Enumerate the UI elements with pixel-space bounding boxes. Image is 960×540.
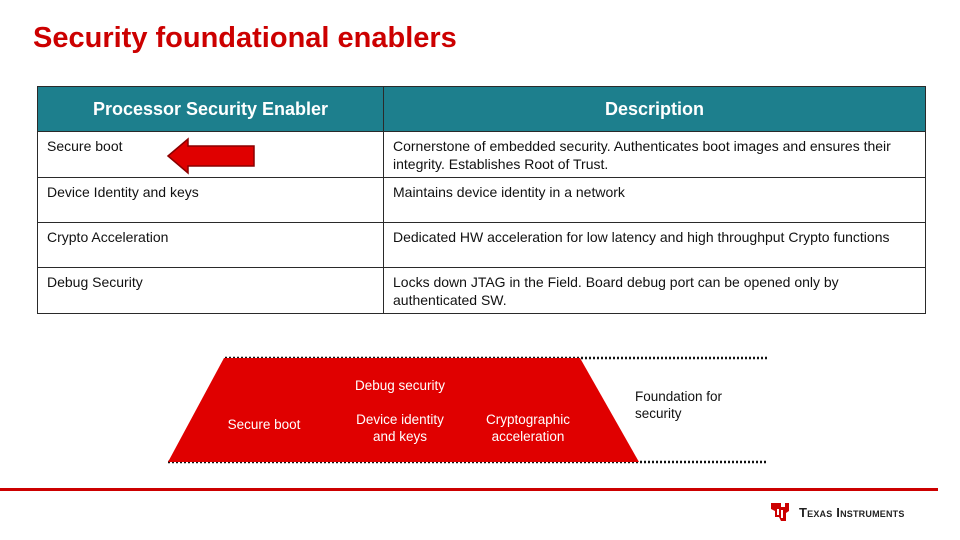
left-arrow-icon <box>166 137 255 175</box>
table-row: Crypto Acceleration Dedicated HW acceler… <box>37 222 926 268</box>
label-crypto-acceleration: Cryptographic acceleration <box>485 412 571 444</box>
ti-logo-icon <box>771 503 789 521</box>
header-description: Description <box>383 86 926 132</box>
table-row: Debug Security Locks down JTAG in the Fi… <box>37 267 926 314</box>
description-cell: Dedicated HW acceleration for low latenc… <box>383 222 926 268</box>
ti-logo: Texas Instruments <box>767 499 905 525</box>
label-debug-security: Debug security <box>354 378 446 393</box>
trapezoid-shape <box>168 358 639 462</box>
header-enabler: Processor Security Enabler <box>37 86 384 132</box>
description-cell: Maintains device identity in a network <box>383 177 926 223</box>
ti-logo-text: Texas Instruments <box>799 504 905 520</box>
slide-title: Security foundational enablers <box>33 22 457 54</box>
enabler-cell: Device Identity and keys <box>37 177 384 223</box>
table-header-row: Processor Security Enabler Description <box>37 86 926 132</box>
label-device-identity: Device identity and keys <box>356 412 444 444</box>
table-row: Device Identity and keys Maintains devic… <box>37 177 926 223</box>
security-enablers-table: Processor Security Enabler Description S… <box>37 86 926 314</box>
enabler-cell: Debug Security <box>37 267 384 314</box>
label-secure-boot: Secure boot <box>227 417 301 432</box>
foundation-label: Foundation for security <box>635 389 723 421</box>
description-cell: Locks down JTAG in the Field. Board debu… <box>383 267 926 314</box>
footer-divider <box>0 488 938 491</box>
description-cell: Cornerstone of embedded security. Authen… <box>383 131 926 178</box>
enabler-cell: Crypto Acceleration <box>37 222 384 268</box>
